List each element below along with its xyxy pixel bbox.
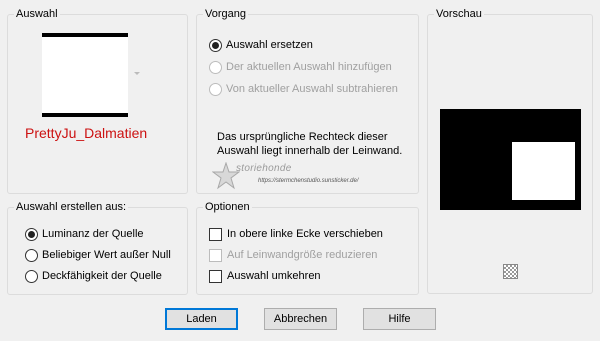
selection-source-name: PrettyJu_Dalmatien (25, 125, 148, 141)
radio-luminance[interactable]: Luminanz der Quelle (25, 227, 144, 241)
checkbox-label: In obere linke Ecke verschieben (227, 228, 383, 240)
radio-subtract-from-selection[interactable]: Von aktueller Auswahl subtrahieren (209, 82, 398, 96)
radio-label: Von aktueller Auswahl subtrahieren (226, 83, 398, 95)
radio-indicator[interactable] (209, 60, 222, 74)
preview-group-title: Vorschau (434, 7, 484, 21)
radio-indicator[interactable] (25, 248, 38, 262)
checkerboard-icon[interactable] (503, 264, 518, 279)
radio-label: Deckfähigkeit der Quelle (42, 270, 162, 282)
checkbox[interactable] (209, 269, 222, 283)
radio-label: Luminanz der Quelle (42, 228, 144, 240)
check-invert-selection[interactable]: Auswahl umkehren (209, 269, 321, 283)
selection-group-title: Auswahl (14, 7, 60, 21)
preview-group: Vorschau (427, 7, 593, 294)
radio-label: Beliebiger Wert außer Null (42, 249, 171, 261)
selection-group: Auswahl PrettyJu_Dalmatien (7, 7, 188, 194)
radio-indicator[interactable] (25, 227, 38, 241)
dropdown-arrow-icon[interactable] (134, 72, 140, 75)
preview-selection-rect (512, 142, 575, 200)
check-move-to-top-left[interactable]: In obere linke Ecke verschieben (209, 227, 383, 241)
radio-replace-selection[interactable]: Auswahl ersetzen (209, 38, 313, 52)
checkbox-label: Auf Leinwandgröße reduzieren (227, 249, 378, 261)
info-text: Das ursprüngliche Rechteck dieser Auswah… (217, 131, 403, 157)
load-button[interactable]: Laden (165, 308, 238, 330)
process-group-title: Vorgang (203, 7, 248, 21)
selection-thumbnail[interactable] (42, 33, 128, 117)
preview-canvas (440, 109, 581, 210)
radio-add-to-selection[interactable]: Der aktuellen Auswahl hinzufügen (209, 60, 392, 74)
create-from-group: Auswahl erstellen aus: Luminanz der Quel… (7, 200, 188, 295)
create-from-group-title: Auswahl erstellen aus: (14, 200, 129, 214)
radio-indicator[interactable] (25, 269, 38, 283)
check-crop-to-canvas[interactable]: Auf Leinwandgröße reduzieren (209, 248, 377, 262)
options-group-title: Optionen (203, 200, 252, 214)
checkbox[interactable] (209, 227, 222, 241)
radio-opacity[interactable]: Deckfähigkeit der Quelle (25, 269, 162, 283)
cancel-button[interactable]: Abbrechen (264, 308, 337, 330)
radio-label: Auswahl ersetzen (226, 39, 313, 51)
radio-nonzero-value[interactable]: Beliebiger Wert außer Null (25, 248, 171, 262)
radio-label: Der aktuellen Auswahl hinzufügen (226, 61, 392, 73)
checkbox-label: Auswahl umkehren (227, 270, 321, 282)
options-group: Optionen In obere linke Ecke verschieben… (196, 200, 419, 295)
help-button[interactable]: Hilfe (363, 308, 436, 330)
checkbox[interactable] (209, 248, 222, 262)
radio-indicator[interactable] (209, 82, 222, 96)
process-group: Vorgang Auswahl ersetzen Der aktuellen A… (196, 7, 419, 194)
radio-indicator[interactable] (209, 38, 222, 52)
